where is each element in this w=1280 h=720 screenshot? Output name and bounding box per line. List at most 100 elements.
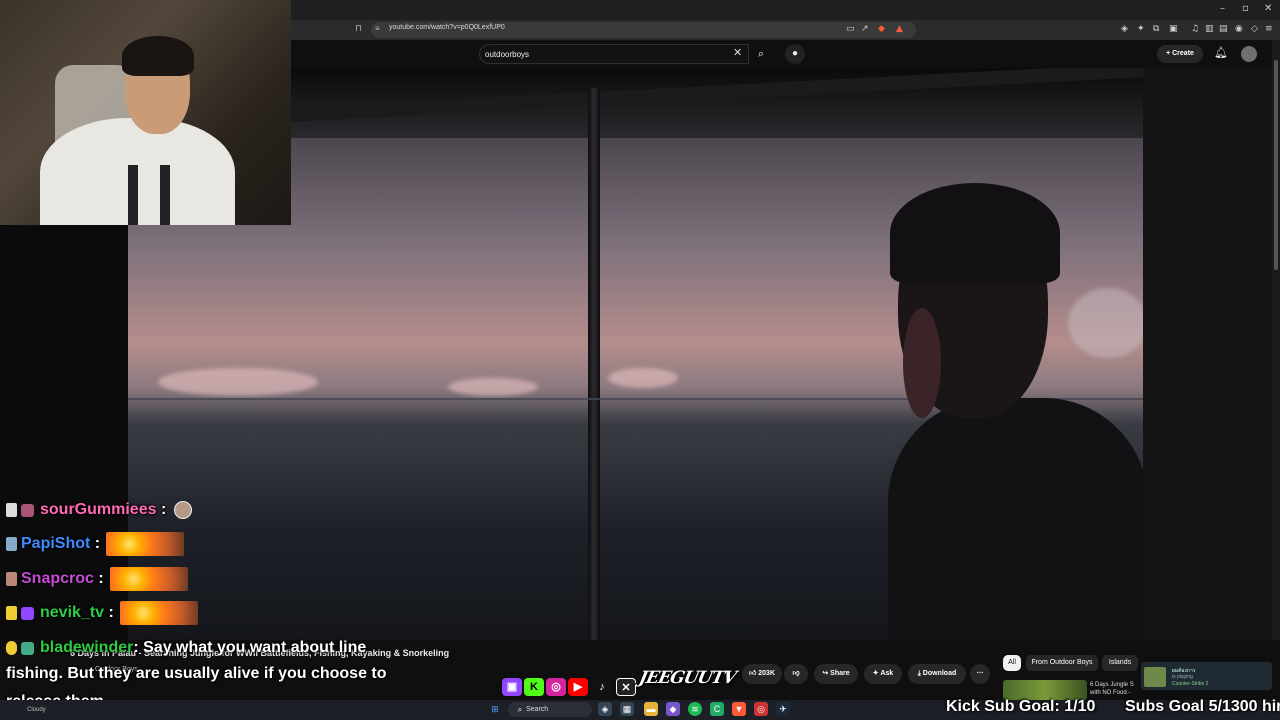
chat-separator: :	[160, 501, 167, 518]
brave-icon[interactable]: ▼	[732, 702, 746, 716]
taskbar-app-icon[interactable]: ◎	[754, 702, 768, 716]
side-panel	[1143, 68, 1272, 640]
kick-icon: K	[524, 678, 544, 696]
browser-titlebar	[291, 0, 1280, 20]
vpn-icon[interactable]: ◉	[1235, 24, 1243, 34]
emote	[174, 501, 193, 519]
taskbar-app-icon[interactable]: C	[710, 702, 724, 716]
chat-username: sourGummiees	[40, 501, 157, 518]
chat-line: Snapcroc :	[6, 565, 188, 593]
notification-avatar	[1144, 667, 1166, 687]
extension-icon[interactable]: ✦	[1137, 24, 1145, 34]
taskbar-app-icon[interactable]: ◆	[666, 702, 680, 716]
spotify-icon[interactable]: ≋	[688, 702, 702, 716]
taskbar-app-icon[interactable]: ▦	[620, 702, 634, 716]
webcam-overlay	[0, 0, 291, 225]
steam-icon[interactable]: ✈	[776, 702, 790, 716]
scroll-thumb[interactable]	[1274, 60, 1278, 270]
chat-separator: :	[94, 535, 101, 552]
chat-line: sourGummiees :	[6, 496, 193, 524]
chip-from-channel[interactable]: From Outdoor Boys	[1026, 655, 1098, 671]
file-explorer-icon[interactable]: ▬	[644, 702, 658, 716]
music-icon[interactable]: ♫	[1191, 24, 1199, 34]
brave-rewards-icon[interactable]: ▲	[896, 24, 903, 34]
more-options-icon[interactable]: ⋯	[970, 664, 990, 684]
x-icon: ✕	[616, 678, 636, 696]
weather-widget[interactable]: Cloudy	[27, 707, 46, 713]
cloud	[1068, 288, 1143, 358]
notification-status: is playing	[1172, 674, 1193, 680]
like-count: 203K	[758, 670, 775, 677]
cloud	[158, 368, 318, 396]
chat-username: nevik_tv	[40, 604, 105, 621]
search-icon[interactable]: ⌕	[751, 44, 771, 64]
chat-badge-icon	[21, 503, 34, 517]
chip-islands[interactable]: Islands	[1102, 655, 1138, 671]
close-window-icon[interactable]: ✕	[1264, 3, 1272, 14]
person-ear	[903, 308, 941, 418]
like-button[interactable]: 👍︎ 203K	[742, 664, 782, 684]
maximize-icon[interactable]: ▫	[1242, 3, 1249, 14]
sub-badge-icon	[6, 503, 17, 517]
chat-separator: :	[108, 604, 114, 621]
recommended-thumbnail[interactable]	[1003, 680, 1087, 700]
twitch-badge-icon	[21, 606, 34, 620]
extension-icon[interactable]: ▣	[1169, 24, 1178, 34]
chat-username: PapiShot	[21, 535, 91, 552]
mic-icon[interactable]: ●	[785, 44, 805, 64]
emote	[106, 532, 185, 556]
reader-icon[interactable]: ▭	[846, 24, 855, 34]
chip-all[interactable]: All	[1003, 655, 1021, 671]
sub-badge-icon	[6, 641, 17, 655]
person-body	[888, 398, 1143, 640]
tiktok-icon: ♪	[592, 678, 612, 696]
start-icon[interactable]: ⊞	[488, 702, 502, 716]
chat-line: bladewinder: Say what you want about lin…	[6, 634, 366, 662]
chat-message-line: fishing. But they are usually alive if y…	[6, 665, 387, 682]
chat-line: PapiShot :	[6, 530, 185, 558]
wallet-icon[interactable]: ▤	[1219, 24, 1228, 34]
menu-icon[interactable]: ≡	[1265, 24, 1273, 34]
stream-screen: – ▫ ✕ ⊓ ≡ youtube.com/watch?v=p0Q0LexfUP…	[0, 0, 1280, 720]
sub-badge-icon	[6, 606, 17, 620]
recommended-title-line2[interactable]: with NO Food -	[1090, 690, 1130, 696]
dislike-button[interactable]: 👎︎	[784, 664, 808, 684]
sub-badge-icon	[6, 572, 17, 586]
notifications-icon[interactable]: 🔔︎	[1214, 46, 1228, 59]
sidebar-icon[interactable]: ▥	[1205, 24, 1214, 34]
shirt-stripe	[160, 165, 170, 225]
create-button[interactable]: + Create	[1157, 45, 1203, 63]
site-settings-icon[interactable]: ≡	[375, 24, 380, 33]
subs-goal: Subs Goal 5/1300 hire	[1125, 698, 1280, 715]
emote	[109, 567, 188, 591]
puzzle-icon[interactable]: ⧉	[1153, 24, 1159, 34]
boat-pole	[588, 88, 600, 640]
shield-icon[interactable]: ◇	[1251, 24, 1258, 34]
download-button[interactable]: ⤓ Download	[908, 664, 966, 684]
notification-game: Counter-Strike 2	[1172, 681, 1209, 687]
sub-badge-icon	[6, 537, 17, 551]
ask-button[interactable]: ✦ Ask	[864, 664, 902, 684]
boat-railing	[287, 68, 1143, 122]
streamer-hair	[122, 36, 194, 76]
kick-sub-goal: Kick Sub Goal: 1/10	[946, 698, 1096, 715]
extension-icon[interactable]: ◈	[1121, 24, 1128, 34]
twitch-icon: ▣	[502, 678, 522, 696]
clear-search-icon[interactable]: ✕	[733, 46, 742, 59]
browser-toolbar: ⊓ ≡ youtube.com/watch?v=p0Q0LexfUP0 ▭ ↗ …	[291, 20, 1280, 40]
chat-username: bladewinder	[40, 639, 134, 656]
cloud	[608, 368, 678, 388]
minimize-icon[interactable]: –	[1220, 3, 1225, 14]
avatar[interactable]	[1241, 46, 1257, 62]
chat-line: nevik_tv :	[6, 599, 198, 627]
recommended-title[interactable]: 6 Days Jungle S	[1090, 682, 1134, 688]
share-button[interactable]: ↪ Share	[814, 664, 858, 684]
brave-shield-icon[interactable]: ◆	[878, 24, 885, 34]
instagram-icon: ◎	[546, 678, 566, 696]
cloud	[448, 378, 538, 396]
youtube-header: ✕ ⌕ ● + Create 🔔︎	[291, 40, 1280, 68]
share-icon[interactable]: ↗	[861, 24, 869, 34]
share-label: Share	[830, 670, 850, 677]
taskbar-app-icon[interactable]: ◈	[598, 702, 612, 716]
bookmark-icon[interactable]: ⊓	[355, 23, 362, 34]
